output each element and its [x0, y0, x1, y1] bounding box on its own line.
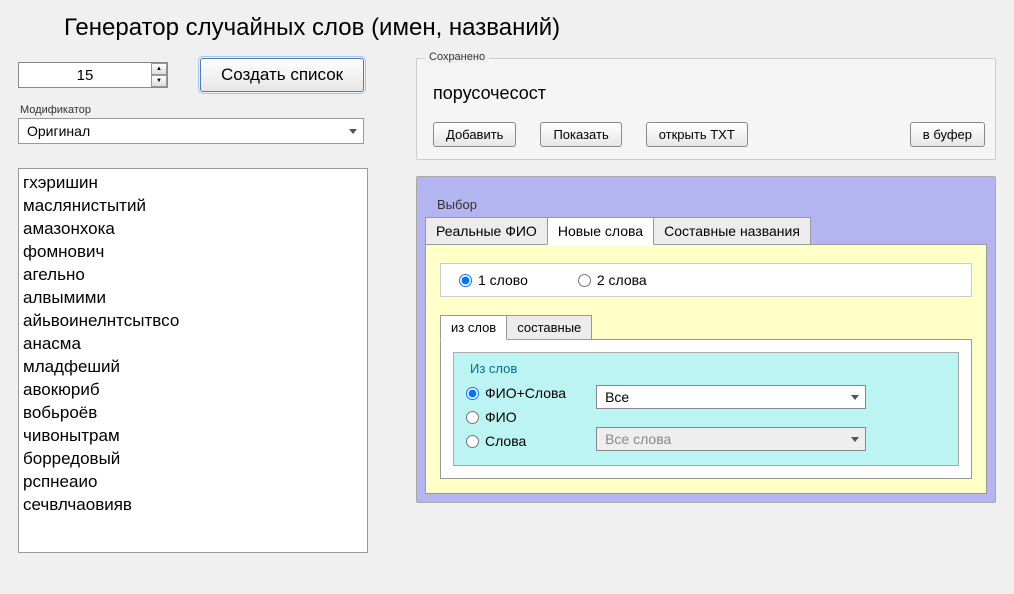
choice-group: Выбор Реальные ФИО Новые слова Составные… [416, 176, 996, 503]
from-words-group-label: Из слов [466, 361, 521, 376]
subtab-compound[interactable]: составные [506, 315, 592, 339]
create-list-button[interactable]: Создать список [200, 58, 364, 92]
modifier-select[interactable]: Оригинал [18, 118, 364, 144]
list-item[interactable]: чивонытрам [23, 424, 363, 447]
page-title: Генератор случайных слов (имен, названий… [64, 14, 1014, 42]
list-item[interactable]: анасма [23, 332, 363, 355]
radio-fio-words-label: ФИО+Слова [485, 385, 566, 401]
radio-words-input[interactable] [466, 435, 479, 448]
radio-one-word[interactable]: 1 слово [459, 272, 528, 288]
to-buffer-button[interactable]: в буфер [910, 122, 985, 147]
add-button[interactable]: Добавить [433, 122, 516, 147]
list-item[interactable]: айьвоинелнтсытвсо [23, 309, 363, 332]
from-words-group: Из слов ФИО+Слова ФИО Слова Все [453, 352, 959, 466]
list-item[interactable]: сечвлчаовияв [23, 493, 363, 516]
saved-current-word: порусочесост [433, 83, 985, 104]
list-item[interactable]: младфеший [23, 355, 363, 378]
list-item[interactable]: алвымими [23, 286, 363, 309]
tab-new-words[interactable]: Новые слова [547, 217, 654, 245]
saved-group: Сохранено порусочесост Добавить Показать… [416, 58, 996, 160]
spin-up-icon[interactable]: ▲ [151, 63, 167, 75]
radio-fio-input[interactable] [466, 411, 479, 424]
list-item[interactable]: вобьроёв [23, 401, 363, 424]
tab-real-fio[interactable]: Реальные ФИО [425, 217, 548, 244]
source-select-all-value: Все [605, 389, 629, 405]
list-item[interactable]: агельно [23, 263, 363, 286]
source-select-all[interactable]: Все [596, 385, 866, 409]
radio-two-words[interactable]: 2 слова [578, 272, 647, 288]
chevron-down-icon [851, 395, 859, 400]
list-item[interactable]: гхэришин [23, 171, 363, 194]
list-item[interactable]: рспнеаио [23, 470, 363, 493]
tab-body-new-words: 1 слово 2 слова из слов составные Из сло… [425, 244, 987, 494]
radio-fio-words-input[interactable] [466, 387, 479, 400]
list-item[interactable]: фомнович [23, 240, 363, 263]
modifier-label: Модификатор [20, 104, 408, 116]
chevron-down-icon [349, 129, 357, 134]
radio-two-words-input[interactable] [578, 274, 591, 287]
source-radio-group: ФИО+Слова ФИО Слова [466, 385, 566, 449]
tab-compound-names[interactable]: Составные названия [653, 217, 811, 244]
quantity-stepper[interactable]: ▲ ▼ [18, 62, 168, 88]
source-select-all-words-value: Все слова [605, 431, 671, 447]
radio-fio-label: ФИО [485, 409, 517, 425]
choice-group-label: Выбор [433, 197, 481, 212]
source-select-all-words: Все слова [596, 427, 866, 451]
spin-down-icon[interactable]: ▼ [151, 75, 167, 87]
subtab-from-words[interactable]: из слов [440, 315, 507, 340]
list-item[interactable]: авокюриб [23, 378, 363, 401]
list-item[interactable]: маслянистытий [23, 194, 363, 217]
modifier-select-value: Оригинал [27, 123, 90, 139]
subtab-body-from-words: Из слов ФИО+Слова ФИО Слова Все [440, 339, 972, 479]
list-item[interactable]: амазонхока [23, 217, 363, 240]
radio-one-word-label: 1 слово [478, 272, 528, 288]
radio-fio-words[interactable]: ФИО+Слова [466, 385, 566, 401]
generated-word-list[interactable]: гхэришинмаслянистытийамазонхокафомновича… [18, 168, 368, 553]
quantity-input[interactable] [18, 62, 168, 88]
radio-one-word-input[interactable] [459, 274, 472, 287]
saved-group-label: Сохранено [425, 51, 489, 63]
list-item[interactable]: борредовый [23, 447, 363, 470]
chevron-down-icon [851, 437, 859, 442]
open-txt-button[interactable]: открыть TXT [646, 122, 748, 147]
radio-fio[interactable]: ФИО [466, 409, 566, 425]
radio-words[interactable]: Слова [466, 433, 566, 449]
show-button[interactable]: Показать [540, 122, 621, 147]
word-count-radio-group: 1 слово 2 слова [440, 263, 972, 297]
radio-two-words-label: 2 слова [597, 272, 647, 288]
radio-words-label: Слова [485, 433, 526, 449]
